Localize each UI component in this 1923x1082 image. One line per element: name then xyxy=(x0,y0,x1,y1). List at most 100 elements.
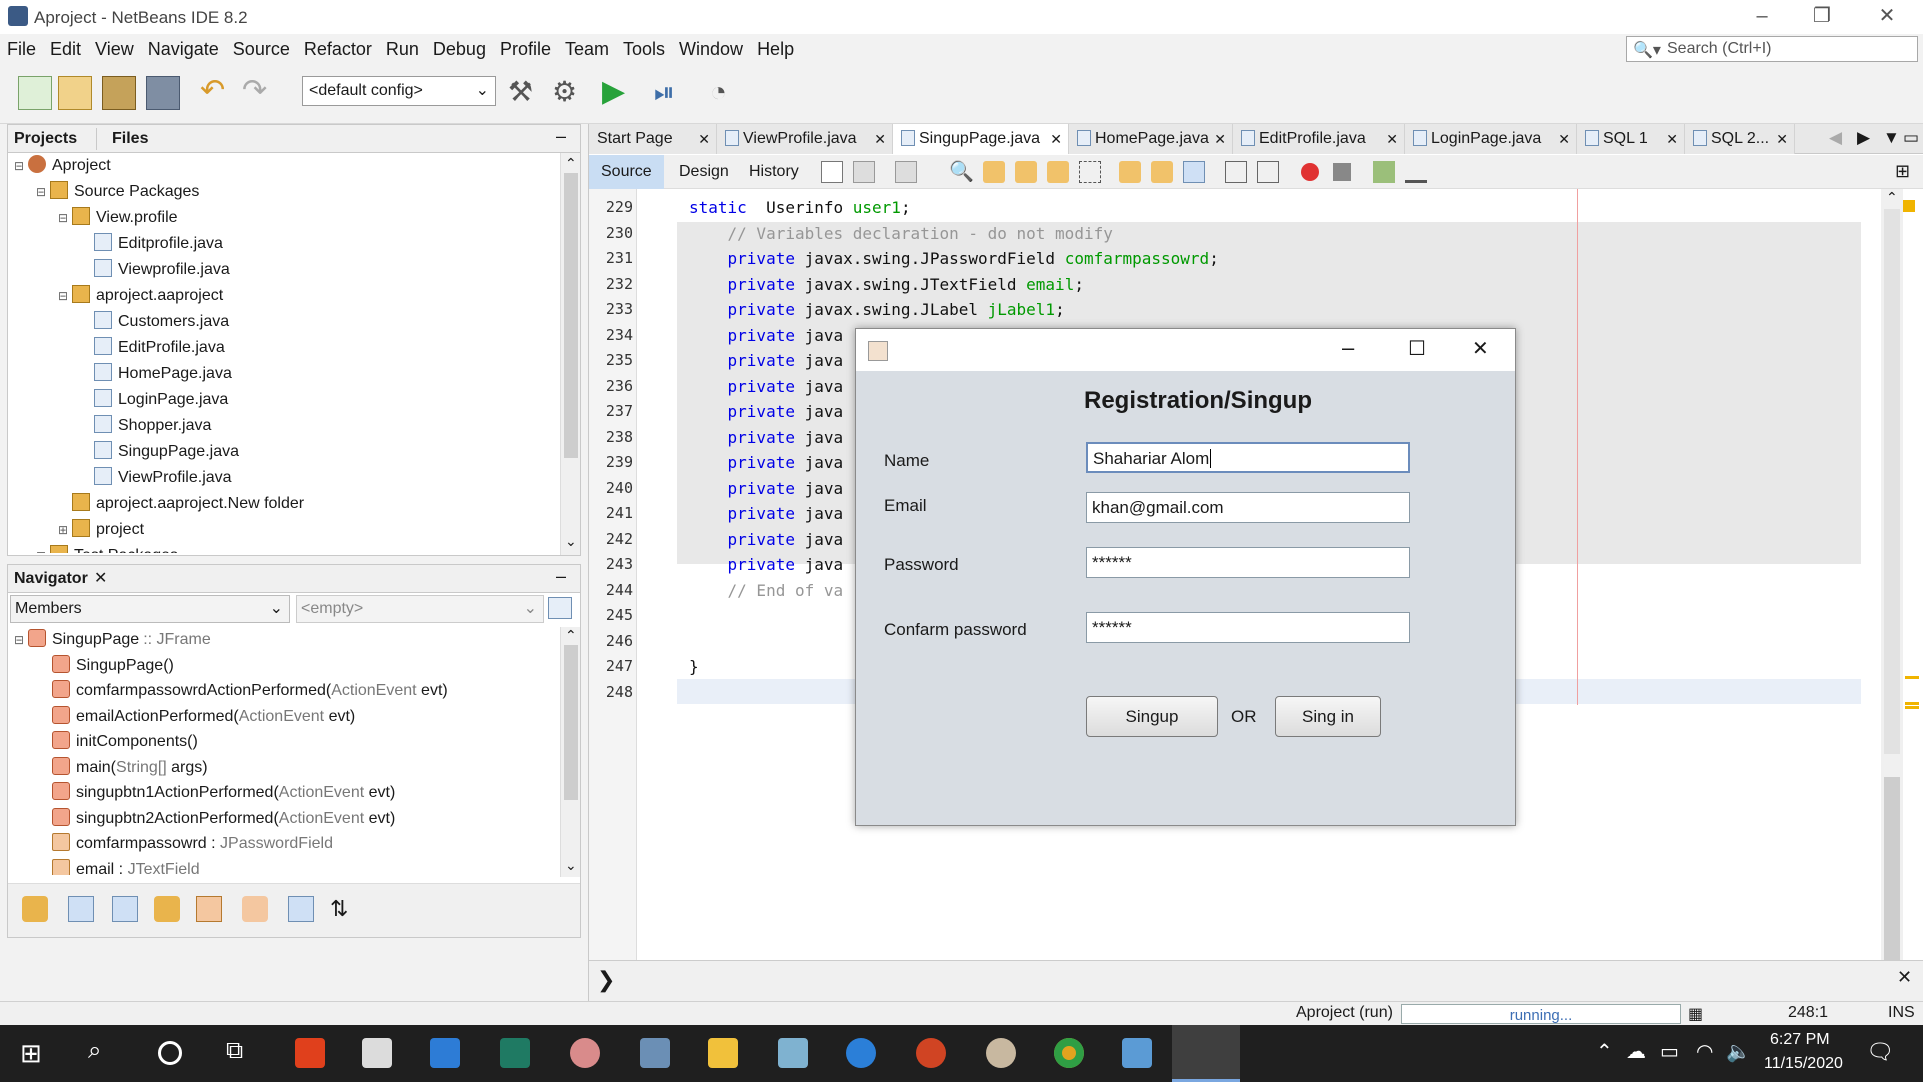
new-file-icon[interactable] xyxy=(18,76,52,110)
tree-item[interactable]: EditProfile.java xyxy=(80,335,225,360)
tree-item[interactable]: ViewProfile.java xyxy=(80,465,232,490)
navigator-item[interactable]: SingupPage() xyxy=(52,653,174,678)
menu-team[interactable]: Team xyxy=(558,34,616,64)
navigator-item[interactable]: initComponents() xyxy=(52,729,198,754)
store-icon[interactable] xyxy=(362,1038,392,1068)
tree-item[interactable]: Editprofile.java xyxy=(80,231,223,256)
signin-button[interactable]: Sing in xyxy=(1275,696,1381,737)
minimize-panel-icon[interactable]: – xyxy=(556,566,566,587)
profile-icon[interactable]: ◔ xyxy=(710,76,744,110)
file-explorer-icon[interactable] xyxy=(708,1038,738,1068)
tab-projects[interactable]: Projects xyxy=(14,130,77,148)
new-project-icon[interactable] xyxy=(58,76,92,110)
show-fields-icon[interactable] xyxy=(68,896,94,922)
build-icon[interactable]: ⚙ xyxy=(552,76,586,110)
close-icon[interactable]: ✕ xyxy=(94,568,107,588)
editor-scrollbar[interactable]: ⌃ ⌄ xyxy=(1881,189,1903,989)
menu-navigate[interactable]: Navigate xyxy=(141,34,226,64)
terminal-icon[interactable] xyxy=(500,1038,530,1068)
menu-window[interactable]: Window xyxy=(672,34,750,64)
scroll-thumb[interactable] xyxy=(1884,209,1900,754)
tree-item[interactable]: Customers.java xyxy=(80,309,229,334)
tab-projects-close[interactable] xyxy=(96,128,97,150)
clock-time[interactable]: 6:27 PM xyxy=(1770,1031,1830,1049)
show-static-icon[interactable] xyxy=(112,896,138,922)
notifications-icon[interactable]: ▦ xyxy=(1688,1004,1703,1024)
menu-file[interactable]: File xyxy=(0,34,43,64)
java-app-icon[interactable] xyxy=(1172,1025,1240,1082)
menu-run[interactable]: Run xyxy=(379,34,426,64)
navigator-item[interactable]: emailActionPerformed(ActionEvent evt) xyxy=(52,704,355,729)
notepad-icon[interactable] xyxy=(778,1038,808,1068)
sort-by-source-icon[interactable] xyxy=(242,896,268,922)
paint-3d-icon[interactable] xyxy=(986,1038,1016,1068)
search-box[interactable]: 🔍▾ Search (Ctrl+I) xyxy=(1626,36,1918,62)
tab-files[interactable]: Files xyxy=(112,130,148,148)
calculator-icon[interactable] xyxy=(640,1038,670,1068)
menu-source[interactable]: Source xyxy=(226,34,297,64)
onedrive-icon[interactable]: ☁ xyxy=(1626,1039,1646,1064)
mail-icon[interactable] xyxy=(430,1038,460,1068)
debug-icon[interactable]: ⏯ xyxy=(654,76,688,110)
collapse-icon[interactable]: ⊟ xyxy=(14,154,28,179)
menu-debug[interactable]: Debug xyxy=(426,34,493,64)
filter-select[interactable]: <empty> ⌄ xyxy=(296,595,544,623)
password-field[interactable]: ****** xyxy=(1086,547,1410,578)
collapse-icon[interactable]: ⊟ xyxy=(58,206,72,231)
layout-icon[interactable] xyxy=(548,597,572,619)
collapse-icon[interactable]: ⊟ xyxy=(14,628,28,653)
navigator-scrollbar[interactable]: ⌃ ⌄ xyxy=(560,627,580,877)
edge-icon[interactable] xyxy=(846,1038,876,1068)
close-icon[interactable]: ✕ xyxy=(1472,336,1489,361)
clock-date[interactable]: 11/15/2020 xyxy=(1764,1055,1843,1073)
show-inherited-icon[interactable] xyxy=(22,896,48,922)
navigator-item[interactable]: email : JTextField xyxy=(52,857,200,875)
collapse-icon[interactable]: ⊞ xyxy=(58,518,72,543)
windows-start-icon[interactable]: ⊞ xyxy=(20,1039,42,1067)
tree-item[interactable]: ⊞ project xyxy=(58,517,144,542)
menu-tools[interactable]: Tools xyxy=(616,34,672,64)
battery-icon[interactable]: ▭ xyxy=(1660,1039,1679,1064)
sort-by-name-icon[interactable] xyxy=(288,896,314,922)
navigator-item[interactable]: singupbtn2ActionPerformed(ActionEvent ev… xyxy=(52,806,395,831)
navigator-item[interactable]: comfarmpassowrdActionPerformed(ActionEve… xyxy=(52,678,448,703)
email-field[interactable]: khan@gmail.com xyxy=(1086,492,1410,523)
navigator-title[interactable]: Navigator xyxy=(14,570,88,588)
collapse-icon[interactable]: ⊟ xyxy=(36,180,50,205)
lock-icon[interactable] xyxy=(154,896,180,922)
virtualbox-icon[interactable] xyxy=(1122,1038,1152,1068)
powerpoint-icon[interactable] xyxy=(916,1038,946,1068)
office-icon[interactable] xyxy=(295,1038,325,1068)
name-field[interactable]: Shahariar Alom xyxy=(1086,442,1410,473)
restore-icon[interactable]: ❐ xyxy=(1792,0,1852,34)
scroll-up-icon[interactable]: ⌃ xyxy=(1886,189,1898,206)
scroll-up-icon[interactable]: ⌃ xyxy=(565,627,577,644)
tree-item[interactable]: ⊟ Aproject xyxy=(14,153,111,178)
confirm-password-field[interactable]: ****** xyxy=(1086,612,1410,643)
undo-icon[interactable]: ↶ xyxy=(200,76,234,110)
chevron-right-icon[interactable]: ❯ xyxy=(597,967,615,993)
menu-edit[interactable]: Edit xyxy=(43,34,88,64)
volume-icon[interactable]: 🔈 xyxy=(1726,1039,1751,1064)
menu-view[interactable]: View xyxy=(88,34,141,64)
scroll-up-icon[interactable]: ⌃ xyxy=(565,155,577,172)
config-select[interactable]: <default config> ⌄ xyxy=(302,76,496,106)
minimize-icon[interactable]: – xyxy=(1732,0,1792,34)
tree-item[interactable]: Viewprofile.java xyxy=(80,257,230,282)
navigator-item[interactable]: singupbtn1ActionPerformed(ActionEvent ev… xyxy=(52,780,395,805)
close-icon[interactable]: ✕ xyxy=(1857,0,1917,34)
tree-item[interactable]: aproject.aaproject.New folder xyxy=(58,491,304,516)
cortana-icon[interactable] xyxy=(158,1041,182,1065)
menu-refactor[interactable]: Refactor xyxy=(297,34,379,64)
search-icon[interactable]: ⌕ xyxy=(88,1037,101,1065)
redo-icon[interactable]: ↷ xyxy=(242,76,276,110)
split-editor-icon[interactable]: ⊞ xyxy=(1895,161,1910,182)
collapse-icon[interactable]: ⊟ xyxy=(36,544,50,553)
members-select[interactable]: Members ⌄ xyxy=(10,595,290,623)
close-icon[interactable]: ✕ xyxy=(1897,967,1912,988)
tab-list-icon[interactable]: ▼ xyxy=(1883,128,1900,148)
show-non-public-icon[interactable] xyxy=(196,896,222,922)
navigator-item[interactable]: main(String[] args) xyxy=(52,755,208,780)
scroll-thumb[interactable] xyxy=(564,645,578,800)
signup-button[interactable]: Singup xyxy=(1086,696,1218,737)
